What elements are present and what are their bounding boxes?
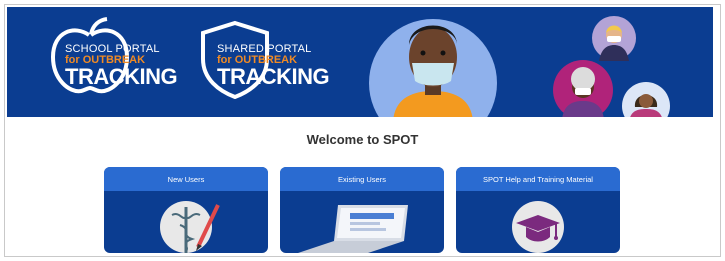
person-avatar-1	[592, 16, 636, 61]
existing-users-card-title: Existing Users	[280, 167, 444, 191]
new-users-card[interactable]: New Users	[104, 167, 268, 253]
header-banner: SCHOOL PORTAL for OUTBREAK TRACKING SHAR…	[7, 7, 713, 117]
shared-logo-line3: TRACKING	[217, 64, 330, 89]
person-avatar-2	[553, 60, 613, 117]
new-users-card-title: New Users	[104, 167, 268, 191]
school-logo-line3: TRACKING	[65, 64, 178, 89]
graduation-cap-icon	[512, 201, 564, 253]
help-training-card[interactable]: SPOT Help and Training Material	[456, 167, 620, 253]
page-title: Welcome to SPOT	[306, 132, 419, 147]
laptop-icon	[298, 205, 408, 253]
shared-portal-logo: SHARED PORTAL for OUTBREAK TRACKING	[217, 43, 330, 89]
help-training-card-title: SPOT Help and Training Material	[456, 167, 620, 191]
person-avatar-3	[622, 82, 670, 117]
caduceus-pen-icon	[160, 201, 220, 253]
masked-person-illustration	[369, 19, 497, 117]
school-portal-logo: SCHOOL PORTAL for OUTBREAK TRACKING	[65, 43, 178, 89]
existing-users-card[interactable]: Existing Users	[280, 167, 444, 253]
